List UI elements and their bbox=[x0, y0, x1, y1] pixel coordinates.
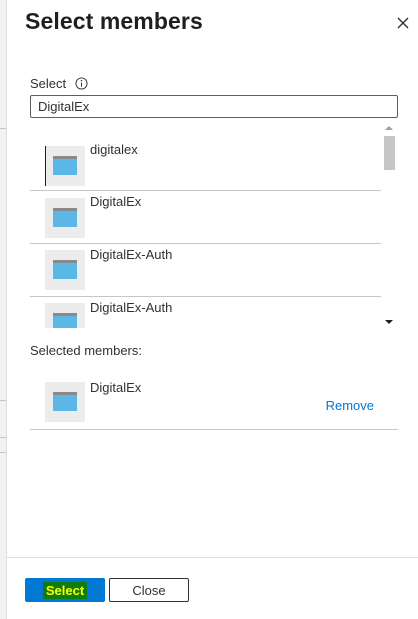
background-divider bbox=[0, 452, 6, 453]
footer-divider bbox=[6, 557, 418, 558]
search-results-list[interactable]: digitalex DigitalEx DigitalEx-Auth DigitalE… bbox=[30, 122, 398, 328]
result-name: DigitalEx-Auth bbox=[90, 300, 173, 315]
select-members-panel: Select members Select digitalex DigitalEx… bbox=[0, 0, 418, 619]
close-button[interactable]: Close bbox=[109, 578, 189, 602]
application-icon bbox=[45, 146, 85, 186]
result-name: DigitalEx-Auth bbox=[90, 247, 173, 262]
select-button[interactable]: Select bbox=[25, 578, 105, 602]
panel-title: Select members bbox=[25, 8, 203, 34]
focus-indicator bbox=[45, 146, 46, 186]
results-list-body: digitalex DigitalEx DigitalEx-Auth DigitalE… bbox=[30, 122, 381, 328]
search-input[interactable] bbox=[30, 95, 398, 118]
result-row[interactable]: DigitalEx bbox=[30, 191, 381, 244]
selected-member-row: DigitalEx Remove bbox=[30, 370, 398, 430]
selected-members-label: Selected members: bbox=[30, 343, 142, 358]
result-name: DigitalEx bbox=[90, 194, 142, 209]
result-name: digitalex bbox=[90, 142, 138, 157]
select-button-label: Select bbox=[42, 581, 88, 599]
scroll-down-arrow[interactable] bbox=[385, 320, 393, 324]
result-row[interactable]: DigitalEx-Auth bbox=[30, 297, 381, 328]
result-row[interactable]: DigitalEx-Auth bbox=[30, 244, 381, 297]
close-icon[interactable] bbox=[393, 13, 413, 33]
remove-link[interactable]: Remove bbox=[326, 398, 374, 413]
background-page-edge bbox=[0, 0, 7, 619]
selected-member-name: DigitalEx bbox=[90, 380, 142, 395]
results-scrollbar[interactable] bbox=[381, 122, 398, 328]
scroll-thumb[interactable] bbox=[384, 136, 395, 170]
application-icon bbox=[45, 303, 85, 328]
application-icon bbox=[45, 250, 85, 290]
background-divider bbox=[0, 400, 6, 401]
application-icon bbox=[45, 198, 85, 238]
background-divider bbox=[0, 128, 6, 129]
select-field-label: Select bbox=[30, 76, 88, 91]
scroll-up-arrow[interactable] bbox=[385, 126, 393, 130]
background-divider bbox=[0, 437, 6, 438]
info-icon[interactable] bbox=[75, 77, 88, 90]
select-label-text: Select bbox=[30, 76, 67, 91]
result-row[interactable]: digitalex bbox=[30, 122, 381, 191]
application-icon bbox=[45, 382, 85, 422]
